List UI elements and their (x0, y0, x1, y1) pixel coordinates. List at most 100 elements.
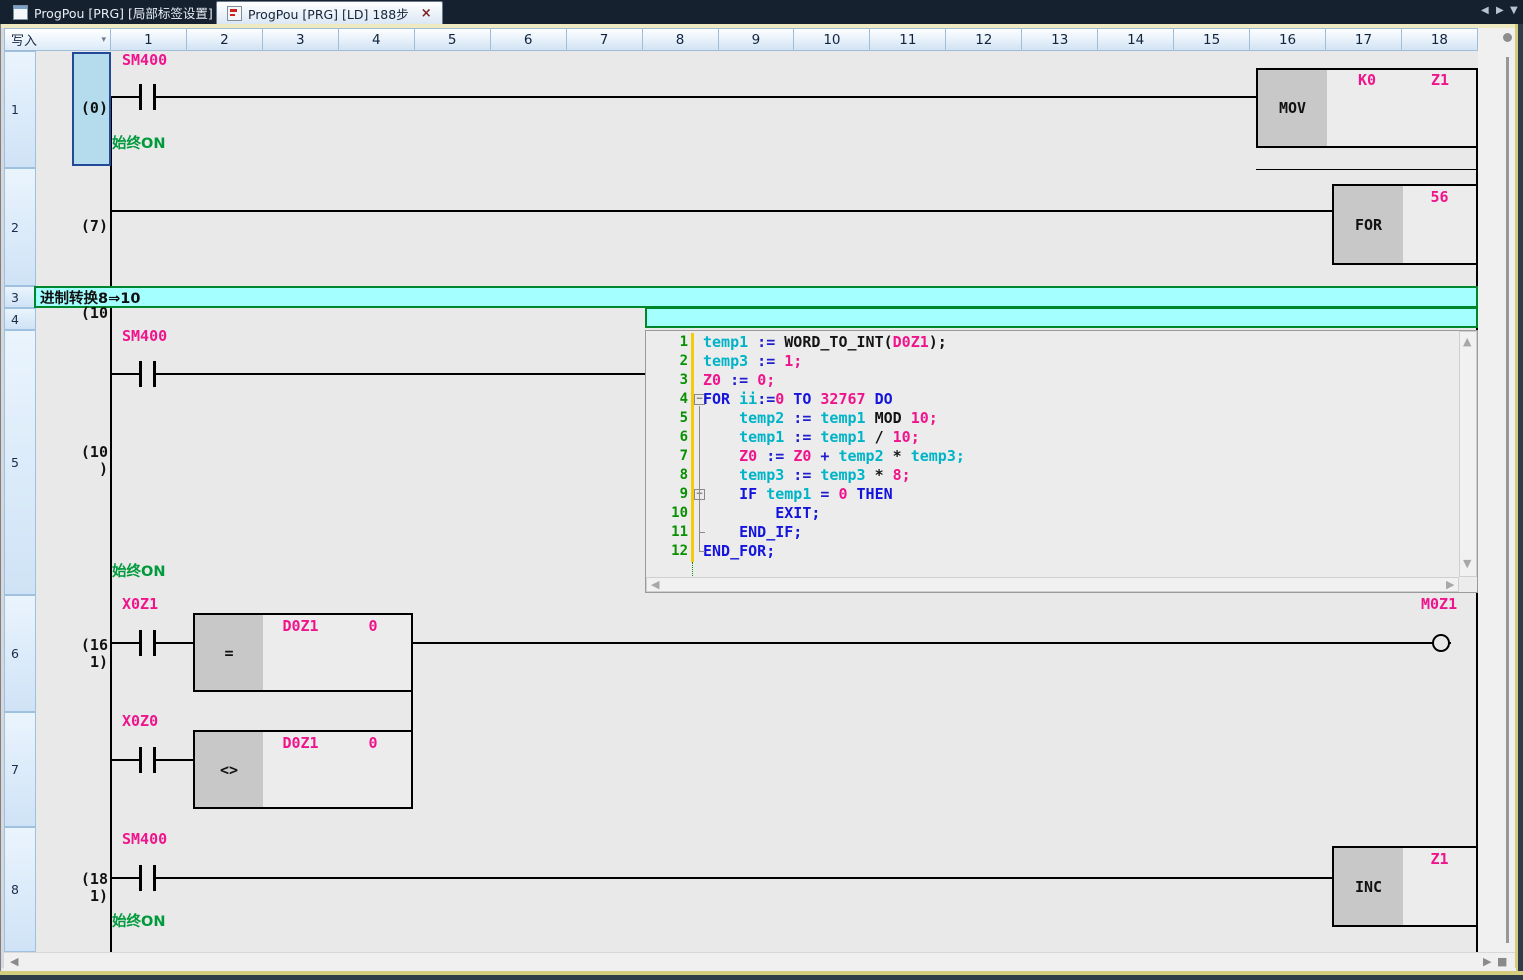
tab-scroll-right-icon[interactable]: ▶ (1496, 5, 1504, 16)
no-contact-sm400[interactable] (139, 361, 156, 387)
operand: 0 (338, 617, 408, 635)
st-change-bar (691, 333, 694, 562)
scroll-left-icon[interactable]: ◀ (651, 579, 659, 590)
st-code-line: FOR ii:=0 TO 32767 DO (703, 390, 893, 409)
rung1-wire (111, 96, 1257, 98)
label-editor-icon (13, 5, 28, 20)
st-line-number: 7 (650, 447, 688, 466)
st-code-line: temp3 := 1; (703, 352, 802, 371)
st-line-number: 4 (650, 390, 688, 409)
device-label: SM400 (122, 327, 167, 345)
scroll-left-icon[interactable]: ◀ (10, 955, 18, 968)
device-label: X0Z0 (122, 712, 158, 730)
output-coil-m0z1[interactable] (1432, 634, 1450, 652)
scrollbar-marker-dot (1503, 33, 1512, 42)
st-vertical-scrollbar[interactable] (1459, 331, 1477, 577)
operand: Z1 (1404, 71, 1476, 89)
st-line-number: 3 (650, 371, 688, 390)
main-horizontal-scrollbar[interactable] (4, 952, 1515, 968)
close-tab-icon[interactable]: × (421, 6, 432, 21)
column-header-10: 10 (794, 28, 870, 51)
st-box-title-bar[interactable] (645, 307, 1478, 328)
tab-label: ProgPou [PRG] [局部标签设置] (34, 3, 213, 22)
column-header-8: 8 (643, 28, 719, 51)
ladder-row-number-1[interactable]: 1 (4, 51, 36, 168)
st-code-line: temp1 := temp1 / 10; (703, 428, 920, 447)
st-line-number: 2 (650, 352, 688, 371)
st-line-number: 8 (650, 466, 688, 485)
vertical-scrollbar-thumb[interactable] (1506, 57, 1509, 943)
st-code-line: EXIT; (703, 504, 820, 523)
ladder-editor-icon (227, 6, 242, 21)
no-contact-sm400[interactable] (139, 865, 156, 891)
operand: K0 (1330, 71, 1404, 89)
column-header-18: 18 (1402, 28, 1478, 51)
device-comment: 始终ON (112, 560, 165, 581)
ladder-row-number-5[interactable]: 5 (4, 330, 36, 595)
step-number: (0) (38, 100, 108, 116)
step-number: (16 (38, 637, 108, 653)
tab-scroll-left-icon[interactable]: ◀ (1481, 5, 1489, 16)
st-code-line: temp2 := temp1 MOD 10; (703, 409, 938, 428)
column-header-11: 11 (870, 28, 946, 51)
operand: Z1 (1403, 850, 1476, 868)
tab-progpou-ld[interactable]: ProgPou [PRG] [LD] 188步 × (216, 1, 443, 25)
st-code-line: Z0 := 0; (703, 371, 775, 390)
column-header-16: 16 (1250, 28, 1326, 51)
step-number: ) (38, 461, 108, 477)
step-number: (10 (38, 305, 108, 321)
scroll-up-icon[interactable]: ▲ (1463, 336, 1471, 347)
column-header-9: 9 (719, 28, 795, 51)
st-line-number: 6 (650, 428, 688, 447)
column-header-2: 2 (187, 28, 263, 51)
device-comment: 始终ON (112, 910, 165, 931)
scroll-right-icon[interactable]: ▶ (1446, 579, 1454, 590)
left-power-rail (110, 96, 112, 952)
no-contact-x0z0[interactable] (139, 747, 156, 773)
mode-selector[interactable]: 写入 ▾ (4, 28, 111, 51)
st-saved-bar (692, 562, 694, 576)
column-header-6: 6 (491, 28, 567, 51)
chevron-down-icon[interactable]: ▾ (101, 35, 106, 45)
no-contact-x0z1[interactable] (139, 630, 156, 656)
column-header-4: 4 (339, 28, 415, 51)
compare-operator: = (195, 615, 263, 690)
step-number: 1) (38, 654, 108, 670)
step-number: 1) (38, 888, 108, 904)
ladder-row-number-2[interactable]: 2 (4, 168, 36, 286)
instruction-mnemonic: MOV (1258, 70, 1327, 146)
rung-comment-bar[interactable]: 进制转换8⇒10 (34, 286, 1478, 308)
operand: D0Z1 (263, 734, 338, 752)
st-line-number: 1 (650, 333, 688, 352)
st-code-line: Z0 := Z0 + temp2 * temp3; (703, 447, 965, 466)
ladder-row-number-8[interactable]: 8 (4, 827, 36, 952)
frame-edge (0, 975, 1523, 980)
ladder-row-number-7[interactable]: 7 (4, 712, 36, 827)
ladder-row-number-4[interactable]: 4 (4, 308, 36, 330)
scrollbar-box-icon[interactable]: ■ (1497, 955, 1507, 968)
scroll-down-icon[interactable]: ▼ (1463, 558, 1471, 569)
column-header-7: 7 (567, 28, 643, 51)
ladder-row-number-6[interactable]: 6 (4, 595, 36, 712)
main-vertical-scrollbar[interactable] (1478, 28, 1515, 968)
st-code-line: END_FOR; (703, 542, 775, 561)
frame-edge (1518, 24, 1523, 980)
tab-list-icon[interactable]: ▼ (1510, 5, 1518, 16)
ladder-row-number-3[interactable]: 3 (4, 286, 36, 308)
fold-guide-corner (699, 551, 705, 552)
step-number: (7) (38, 218, 108, 234)
st-horizontal-scrollbar[interactable] (646, 577, 1459, 592)
operand: 0 (338, 734, 408, 752)
device-label: X0Z1 (122, 595, 158, 613)
st-line-number: 11 (650, 523, 688, 542)
tab-progpou-labels[interactable]: ProgPou [PRG] [局部标签设置] (3, 1, 223, 24)
operand: D0Z1 (263, 617, 338, 635)
no-contact-sm400[interactable] (139, 84, 156, 110)
scroll-right-icon[interactable]: ▶ (1483, 955, 1491, 968)
step-number: (18 (38, 871, 108, 887)
compare-operator: <> (195, 732, 263, 807)
instruction-mnemonic: INC (1334, 848, 1403, 925)
mode-label: 写入 (11, 30, 37, 49)
rung5-wire (111, 373, 645, 375)
st-line-number: 9 (650, 485, 688, 504)
